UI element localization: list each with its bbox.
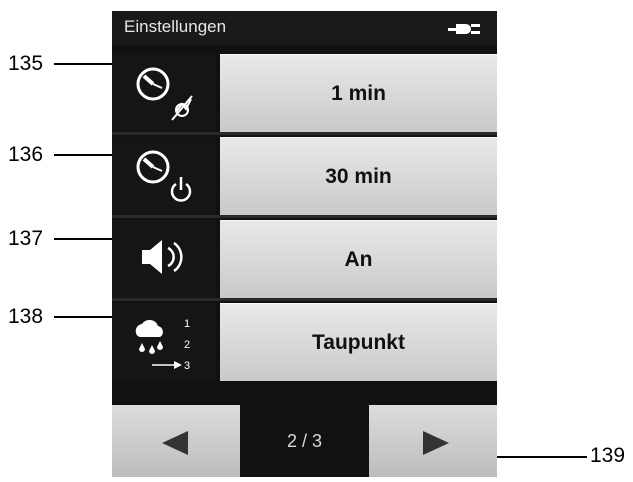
setting-icon-cell (112, 137, 216, 215)
callout-139: 139 (590, 444, 626, 467)
device-screen: Einstellungen 1 min 30 min An 1 2 3 Taup… (112, 11, 497, 477)
speaker-icon (142, 240, 183, 274)
title-bar: Einstellungen (112, 11, 497, 45)
setting-row-sleep: 1 min (112, 54, 497, 132)
callout-138: 138 (8, 305, 44, 328)
power-off-timer-button[interactable]: 30 min (220, 137, 497, 215)
previous-page-button[interactable] (112, 405, 240, 477)
order-label-1: 1 (184, 318, 190, 330)
page-navigation: 2 / 3 (112, 405, 497, 477)
screen-title: Einstellungen (124, 17, 227, 36)
timer-sleep-icon (136, 67, 193, 121)
divider (112, 298, 497, 301)
setting-row-sound: An (112, 220, 497, 298)
left-arrow-icon (162, 431, 188, 455)
divider (112, 215, 497, 218)
setting-icon-cell (112, 54, 216, 132)
dewpoint-order-icon: 1 2 3 (135, 318, 190, 372)
setting-icon-cell (112, 220, 216, 298)
leader-line-139 (487, 456, 587, 458)
next-page-button[interactable] (369, 405, 497, 477)
measurement-mode-button[interactable]: Taupunkt (220, 303, 497, 381)
divider (112, 132, 497, 135)
plug-icon (448, 24, 480, 34)
order-label-2: 2 (184, 339, 190, 351)
timer-power-off-icon (136, 150, 192, 202)
sound-button[interactable]: An (220, 220, 497, 298)
setting-row-dewpoint: 1 2 3 Taupunkt (112, 303, 497, 381)
setting-row-power-off: 30 min (112, 137, 497, 215)
order-label-3: 3 (184, 360, 190, 372)
callout-136: 136 (8, 143, 44, 166)
callout-137: 137 (8, 227, 44, 250)
callout-135: 135 (8, 52, 44, 75)
setting-icon-cell: 1 2 3 (112, 303, 216, 381)
sleep-timer-button[interactable]: 1 min (220, 54, 497, 132)
page-indicator: 2 / 3 (286, 430, 323, 451)
right-arrow-icon (423, 431, 449, 455)
